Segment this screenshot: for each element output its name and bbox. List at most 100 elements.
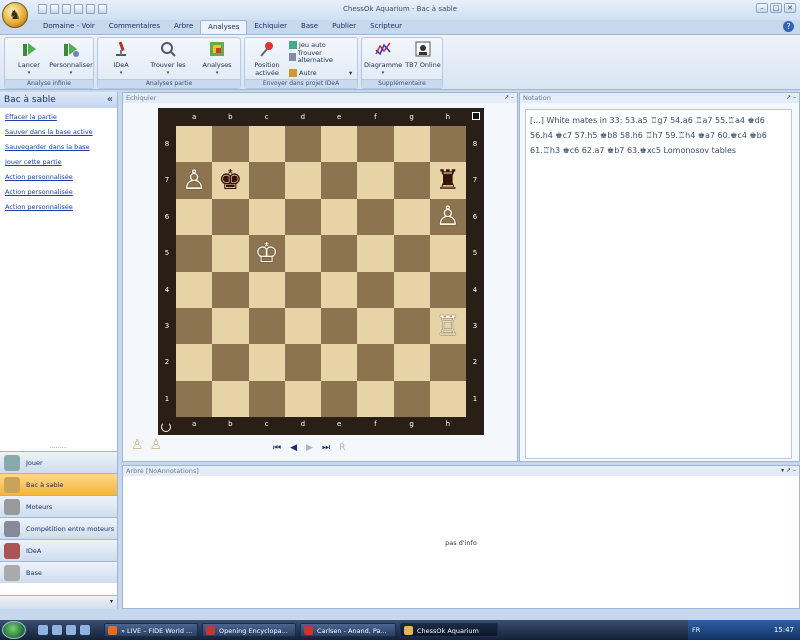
square-e4[interactable] (321, 271, 358, 308)
collapse-icon[interactable]: « (107, 94, 113, 105)
square-c3[interactable] (248, 307, 285, 345)
chess-piece-black-b7[interactable]: ♚ (218, 167, 242, 194)
chess-piece-white-h6[interactable]: ♙ (436, 203, 460, 230)
panel-maximize-icon[interactable]: ↗ – (786, 93, 796, 103)
idea-button[interactable]: IDeA ▾ (102, 40, 140, 77)
diagramme-button[interactable]: Diagramme ▾ (364, 40, 402, 77)
media-icon[interactable] (80, 625, 90, 635)
square-b8[interactable] (212, 126, 249, 163)
start-button[interactable] (2, 621, 26, 639)
trouver-les-button[interactable]: Trouver les ▾ (146, 40, 190, 77)
tab-domaine-voir[interactable]: Domaine - Voir (36, 20, 102, 34)
square-f5[interactable] (357, 235, 394, 272)
square-h6[interactable]: ♙ (429, 198, 466, 236)
square-c4[interactable] (248, 271, 285, 308)
square-a1[interactable] (176, 380, 213, 417)
square-b3[interactable] (212, 307, 249, 345)
square-h7[interactable]: ♜ (429, 162, 466, 199)
help-icon[interactable]: ? (783, 21, 794, 32)
lancer-button[interactable]: Lancer ▾ (9, 40, 49, 77)
square-h2[interactable] (429, 344, 466, 381)
square-a3[interactable] (176, 307, 213, 345)
square-b2[interactable] (212, 344, 249, 381)
square-g2[interactable] (393, 344, 430, 381)
nav-configure-bar[interactable]: ▾ (0, 595, 117, 609)
square-a5[interactable] (176, 235, 213, 272)
square-g5[interactable] (393, 235, 430, 272)
square-h4[interactable] (429, 271, 466, 308)
square-b7[interactable]: ♚ (212, 162, 249, 199)
analyses-button[interactable]: Analyses ▾ (196, 40, 238, 77)
square-e7[interactable] (321, 162, 358, 199)
square-a7[interactable]: ♙ (176, 162, 213, 199)
square-d7[interactable] (284, 162, 321, 199)
desktop-icon[interactable] (66, 625, 76, 635)
chessboard[interactable]: ♙ ♚ ♜ ♙ ♔ ♖ (176, 126, 466, 417)
square-f4[interactable] (357, 271, 394, 308)
action-personnalisee[interactable]: Action personnalisée (0, 170, 117, 185)
action-jouer-partie[interactable]: Jouer cette partie (0, 155, 117, 170)
square-f8[interactable] (357, 126, 394, 163)
taskbar-item-opening-encyclopedia[interactable]: Opening Encyclopa... (202, 623, 296, 637)
action-sauvegarder-base[interactable]: Sauvegarder dans la base (0, 140, 117, 155)
square-b1[interactable] (212, 380, 249, 417)
square-a4[interactable] (176, 271, 213, 308)
taskbar-item-chessok-aquarium[interactable]: ChessOk Aquarium (400, 623, 498, 637)
square-d3[interactable] (284, 307, 321, 345)
tab-commentaires[interactable]: Commentaires (102, 20, 167, 34)
position-activee-button[interactable]: Position activée (247, 40, 287, 77)
trouver-alternative-button[interactable]: Trouver alternative (289, 50, 349, 64)
explorer-icon[interactable] (52, 625, 62, 635)
tab-arbre[interactable]: Arbre (167, 20, 200, 34)
nav-base[interactable]: Base (0, 561, 117, 583)
square-a2[interactable] (176, 344, 213, 381)
square-c2[interactable] (248, 344, 285, 381)
square-c1[interactable] (248, 380, 285, 417)
square-e5[interactable] (321, 235, 358, 272)
action-personnalisee[interactable]: Action personnalisée (0, 200, 117, 215)
square-f6[interactable] (357, 198, 394, 236)
chess-piece-white-a7[interactable]: ♙ (182, 167, 206, 194)
square-a6[interactable] (176, 198, 213, 236)
square-d5[interactable] (284, 235, 321, 272)
nav-moteurs[interactable]: Moteurs (0, 495, 117, 517)
square-h5[interactable] (429, 235, 466, 272)
ie-icon[interactable] (38, 625, 48, 635)
square-e3[interactable] (321, 307, 358, 345)
tab-analyses[interactable]: Analyses (200, 20, 248, 34)
square-e8[interactable] (321, 126, 358, 163)
taskbar-item-carlsen-anand[interactable]: Carlsen - Anand, Pa... (300, 623, 396, 637)
panel-controls-icon[interactable]: ▾ ↗ – (781, 466, 796, 476)
square-e1[interactable] (321, 380, 358, 417)
square-d2[interactable] (284, 344, 321, 381)
action-personnalisee[interactable]: Action personnalisée (0, 185, 117, 200)
autre-button[interactable]: Autre (289, 69, 317, 77)
chess-piece-black-h7[interactable]: ♜ (436, 167, 460, 194)
square-c8[interactable] (248, 126, 285, 163)
action-effacer[interactable]: Effacer la partie (0, 110, 117, 125)
square-f3[interactable] (357, 307, 394, 345)
square-g6[interactable] (393, 198, 430, 236)
square-a8[interactable] (176, 126, 213, 163)
tab-scripteur[interactable]: Scripteur (363, 20, 409, 34)
tb7-online-button[interactable]: TB7 Online (404, 40, 442, 69)
square-b5[interactable] (212, 235, 249, 272)
nav-splitter[interactable]: ......... (0, 443, 117, 450)
tab-echiquier[interactable]: Echiquier (247, 20, 294, 34)
square-h3[interactable]: ♖ (429, 307, 466, 345)
flip-board-icon[interactable] (161, 422, 171, 432)
nav-bac-a-sable[interactable]: Bac à sable (0, 473, 117, 495)
app-orb-button[interactable]: ♞ (2, 2, 28, 28)
chess-piece-white-c5[interactable]: ♔ (255, 240, 279, 267)
square-b6[interactable] (212, 198, 249, 236)
last-move-icon[interactable]: ⏭ (322, 443, 330, 453)
square-d4[interactable] (284, 271, 321, 308)
tab-publier[interactable]: Publier (325, 20, 363, 34)
close-button[interactable]: ✕ (784, 3, 796, 13)
prev-move-icon[interactable]: ◀ (290, 443, 297, 453)
language-indicator[interactable]: FR (692, 626, 700, 634)
action-sauver-base-active[interactable]: Sauver dans la base active (0, 125, 117, 140)
taskbar-item-firefox[interactable]: » LIVE – FIDE World ... (104, 623, 198, 637)
square-b4[interactable] (212, 271, 249, 308)
square-c7[interactable] (248, 162, 285, 199)
